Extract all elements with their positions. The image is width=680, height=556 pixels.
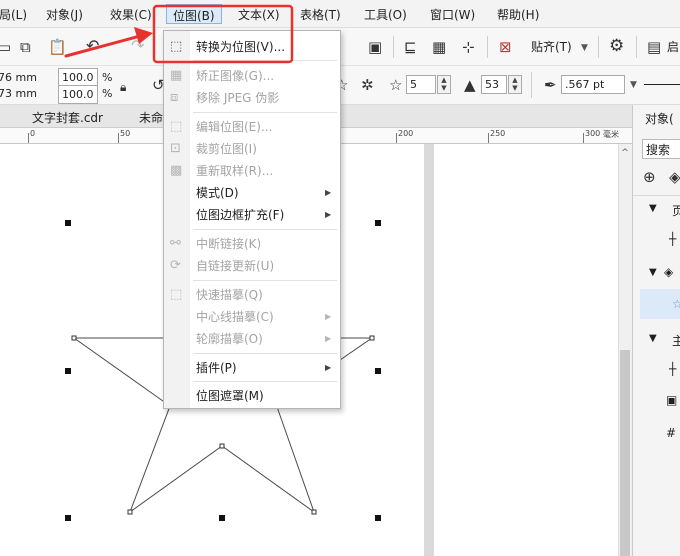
pointer-arrow [64, 27, 153, 58]
tutorial-annotation [64, 4, 294, 64]
highlight-box [152, 4, 294, 64]
